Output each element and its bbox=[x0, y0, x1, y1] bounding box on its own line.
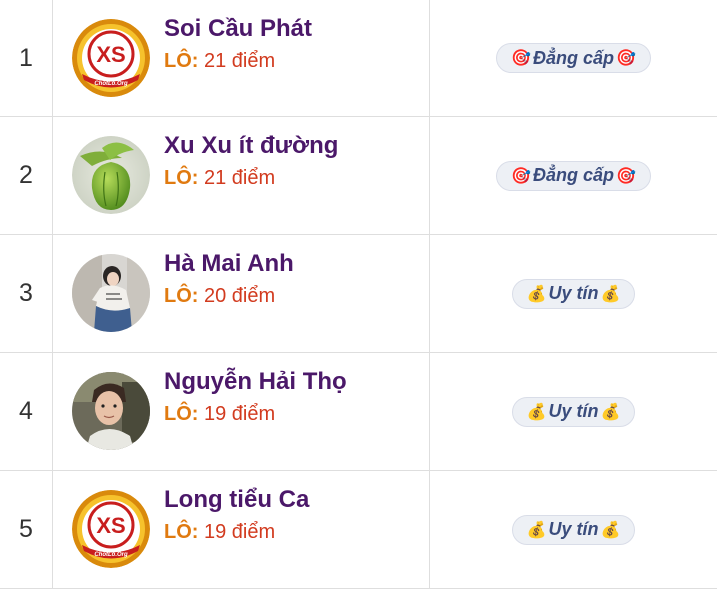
score: LÔ: 20 điểm bbox=[164, 285, 275, 308]
user-name[interactable]: Xu Xu ít đường bbox=[164, 132, 338, 160]
score: LÔ: 21 điểm bbox=[164, 167, 275, 190]
avatar[interactable] bbox=[72, 372, 150, 450]
status-badge: 💰 Uy tín 💰 bbox=[511, 278, 636, 309]
table-row: 3 Hà Mai Anh LÔ: 20 điểm 💰 Uy tín 💰 bbox=[0, 235, 717, 353]
score-label: LÔ: bbox=[164, 521, 199, 543]
money-bag-icon: 💰 bbox=[600, 403, 621, 421]
user-cell: XS ChotLo.Org Long tiểu Ca LÔ: 19 điểm bbox=[53, 471, 430, 588]
money-bag-icon: 💰 bbox=[600, 285, 621, 303]
score: LÔ: 21 điểm bbox=[164, 50, 275, 73]
chayote-photo-icon bbox=[72, 136, 150, 214]
table-row: 5 XS ChotLo.Org Long tiểu Ca LÔ: 19 điểm bbox=[0, 471, 717, 589]
user-cell: XS ChotLo.Org Soi Cầu Phát LÔ: 21 điểm bbox=[53, 0, 430, 116]
rank-cell: 1 bbox=[0, 0, 53, 116]
rank-cell: 2 bbox=[0, 117, 53, 234]
badge-label: Đẳng cấp bbox=[532, 165, 615, 185]
user-cell: Nguyễn Hải Thọ LÔ: 19 điểm bbox=[53, 353, 430, 470]
xs-logo-icon: XS ChotLo.Org bbox=[72, 19, 150, 97]
score-label: LÔ: bbox=[164, 403, 199, 425]
badge-label: Uy tín bbox=[548, 283, 599, 303]
avatar[interactable] bbox=[72, 136, 150, 214]
xs-logo-icon: XS ChotLo.Org bbox=[72, 490, 150, 568]
score-label: LÔ: bbox=[164, 50, 199, 72]
avatar[interactable] bbox=[72, 254, 150, 332]
status-badge: 🎯 Đẳng cấp 🎯 bbox=[496, 43, 651, 73]
status-badge: 💰 Uy tín 💰 bbox=[511, 514, 636, 545]
score-value: 21 điểm bbox=[204, 167, 276, 189]
money-bag-icon: 💰 bbox=[526, 521, 547, 539]
score-label: LÔ: bbox=[164, 167, 199, 189]
user-name[interactable]: Soi Cầu Phát bbox=[164, 15, 312, 43]
user-name[interactable]: Long tiểu Ca bbox=[164, 486, 309, 514]
table-row: 4 Nguyễn Hải Thọ LÔ: 19 điểm 💰 Uy tín 💰 bbox=[0, 353, 717, 471]
rank-cell: 5 bbox=[0, 471, 53, 588]
badge-label: Uy tín bbox=[548, 519, 599, 539]
score: LÔ: 19 điểm bbox=[164, 521, 275, 544]
score-value: 19 điểm bbox=[204, 521, 276, 543]
avatar[interactable]: XS ChotLo.Org bbox=[72, 19, 150, 97]
score: LÔ: 19 điểm bbox=[164, 403, 275, 426]
score-label: LÔ: bbox=[164, 285, 199, 307]
logo-text: XS bbox=[96, 42, 125, 67]
money-bag-icon: 💰 bbox=[600, 521, 621, 539]
badge-label: Uy tín bbox=[548, 401, 599, 421]
target-icon: 🎯 bbox=[511, 50, 531, 67]
score-value: 20 điểm bbox=[204, 285, 276, 307]
target-icon: 🎯 bbox=[616, 50, 636, 67]
girl-photo-icon bbox=[72, 254, 150, 332]
user-cell: Hà Mai Anh LÔ: 20 điểm bbox=[53, 235, 430, 352]
logo-subtext: ChotLo.Org bbox=[94, 552, 128, 558]
status-badge: 💰 Uy tín 💰 bbox=[511, 396, 636, 427]
user-cell: Xu Xu ít đường LÔ: 21 điểm bbox=[53, 117, 430, 234]
logo-text: XS bbox=[96, 513, 125, 538]
rank-cell: 3 bbox=[0, 235, 53, 352]
score-value: 19 điểm bbox=[204, 403, 276, 425]
money-bag-icon: 💰 bbox=[526, 285, 547, 303]
user-name[interactable]: Nguyễn Hải Thọ bbox=[164, 368, 347, 396]
badge-cell: 💰 Uy tín 💰 bbox=[430, 235, 717, 352]
money-bag-icon: 💰 bbox=[526, 403, 547, 421]
target-icon: 🎯 bbox=[511, 167, 531, 185]
avatar[interactable]: XS ChotLo.Org bbox=[72, 490, 150, 568]
user-name[interactable]: Hà Mai Anh bbox=[164, 250, 294, 278]
badge-cell: 💰 Uy tín 💰 bbox=[430, 471, 717, 588]
status-badge: 🎯 Đẳng cấp 🎯 bbox=[496, 160, 651, 191]
logo-subtext: ChotLo.Org bbox=[94, 81, 128, 87]
target-icon: 🎯 bbox=[616, 167, 636, 185]
leaderboard-table: 1 XS ChotLo.Org Soi Cầu Phát LÔ: 21 điểm bbox=[0, 0, 717, 589]
badge-label: Đẳng cấp bbox=[532, 47, 615, 68]
badge-cell: 🎯 Đẳng cấp 🎯 bbox=[430, 0, 717, 116]
badge-cell: 💰 Uy tín 💰 bbox=[430, 353, 717, 470]
badge-cell: 🎯 Đẳng cấp 🎯 bbox=[430, 117, 717, 234]
rank-cell: 4 bbox=[0, 353, 53, 470]
selfie-photo-icon bbox=[72, 372, 150, 450]
table-row: 2 Xu Xu ít đường LÔ: 21 điểm 🎯 Đẳng cấp … bbox=[0, 117, 717, 235]
table-row: 1 XS ChotLo.Org Soi Cầu Phát LÔ: 21 điểm bbox=[0, 0, 717, 117]
score-value: 21 điểm bbox=[204, 50, 276, 72]
